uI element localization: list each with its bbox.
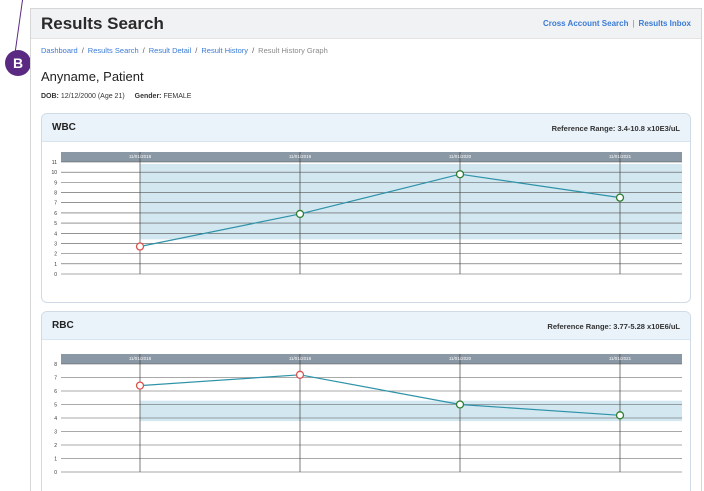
- breadcrumb-current: Result History Graph: [258, 46, 328, 55]
- breadcrumb-result-history[interactable]: Result History: [201, 46, 248, 55]
- wbc-y-tick-label: 2: [54, 252, 57, 258]
- rbc-y-tick-label: 4: [54, 416, 57, 422]
- gender-label: Gender:: [134, 93, 162, 100]
- wbc-y-tick-label: 6: [54, 211, 57, 217]
- breadcrumb-result-detail[interactable]: Result Detail: [149, 46, 192, 55]
- rbc-x-tick-label: 11/01/2019: [289, 356, 312, 361]
- wbc-data-point[interactable]: [615, 193, 625, 202]
- rbc-card-header: RBC Reference Range: 3.77-5.28 x10E6/uL: [42, 312, 690, 340]
- rbc-card-title: RBC: [52, 320, 74, 331]
- wbc-chart: 0 1 2 3 4 5 6 7 8 9 10 11 11/01/2018 11/01/2019 11/01/…: [51, 152, 682, 278]
- gender-value: FEMALE: [163, 93, 192, 100]
- wbc-chart-card: WBC Reference Range: 3.4-10.8 x10E3/uL 0…: [41, 113, 691, 303]
- wbc-y-tick-label: 5: [54, 221, 57, 227]
- wbc-y-tick-label: 7: [54, 201, 57, 207]
- dob-label: DOB:: [41, 93, 59, 100]
- wbc-y-tick-label: 10: [51, 170, 57, 176]
- rbc-abnormal-point[interactable]: [295, 370, 305, 379]
- wbc-x-tick-label: 11/01/2018: [129, 154, 152, 159]
- breadcrumb: Dashboard / Results Search / Result Detail / R…: [41, 46, 328, 55]
- wbc-card-header: WBC Reference Range: 3.4-10.8 x10E3/uL: [42, 114, 690, 142]
- rbc-y-tick-label: 2: [54, 443, 57, 449]
- rbc-y-tick-label: 8: [54, 362, 57, 368]
- rbc-y-tick-label: 0: [54, 470, 57, 476]
- results-inbox-link[interactable]: Results Inbox: [639, 19, 691, 28]
- top-links: Cross Account Search | Results Inbox: [543, 19, 691, 28]
- wbc-abnormal-point[interactable]: [135, 242, 145, 251]
- rbc-data-point[interactable]: [615, 411, 625, 420]
- rbc-y-tick-label: 3: [54, 430, 57, 436]
- rbc-date-strip: [61, 354, 682, 364]
- rbc-y-tick-label: 1: [54, 457, 57, 463]
- breadcrumb-separator: /: [195, 46, 198, 55]
- wbc-x-tick-label: 11/01/2021: [609, 154, 632, 159]
- dob-value: 12/12/2000 (Age 21): [60, 93, 125, 100]
- rbc-y-tick-label: 5: [54, 403, 57, 409]
- rbc-x-tick-label: 11/01/2020: [449, 356, 472, 361]
- rbc-data-point[interactable]: [455, 400, 465, 409]
- wbc-data-point[interactable]: [295, 209, 305, 219]
- rbc-y-tick-label: 7: [54, 376, 57, 382]
- wbc-y-tick-label: 11: [52, 160, 57, 166]
- callout-leader-line: [14, 0, 23, 52]
- rbc-reference-range: Reference Range: 3.77-5.28 x10E6/uL: [547, 322, 680, 331]
- rbc-y-tick-label: 6: [54, 389, 57, 395]
- rbc-x-tick-label: 11/01/2021: [609, 356, 632, 361]
- wbc-y-tick-label: 8: [54, 191, 57, 197]
- wbc-y-tick-label: 0: [54, 272, 57, 278]
- rbc-x-tick-label: 11/01/2018: [129, 356, 152, 361]
- rbc-chart: 0 1 2 3 4 5 6 7 8 11/01/2018 11/01/2019 11/01/2020 1…: [54, 354, 682, 476]
- callout-badge: B: [5, 50, 31, 76]
- wbc-reference-range: Reference Range: 3.4-10.8 x10E3/uL: [551, 124, 680, 133]
- wbc-x-tick-label: 11/01/2019: [289, 154, 312, 159]
- wbc-date-strip: [61, 152, 682, 162]
- wbc-reference-band: [140, 164, 682, 240]
- breadcrumb-separator: /: [252, 46, 255, 55]
- page-title: Results Search: [41, 14, 164, 33]
- link-separator: |: [632, 19, 635, 28]
- wbc-y-tick-label: 1: [54, 262, 57, 268]
- app-window: Results Search Cross Account Search | Resu…: [30, 8, 702, 491]
- wbc-y-tick-label: 9: [54, 180, 57, 186]
- rbc-chart-card: RBC Reference Range: 3.77-5.28 x10E6/uL …: [41, 311, 691, 491]
- cross-account-search-link[interactable]: Cross Account Search: [543, 19, 629, 28]
- patient-name: Anyname, Patient: [41, 69, 144, 84]
- wbc-x-tick-label: 11/01/2020: [449, 154, 472, 159]
- rbc-abnormal-point[interactable]: [135, 381, 145, 390]
- wbc-data-point[interactable]: [455, 170, 465, 179]
- breadcrumb-separator: /: [142, 46, 145, 55]
- breadcrumb-dashboard[interactable]: Dashboard: [41, 46, 78, 55]
- breadcrumb-results-search[interactable]: Results Search: [88, 46, 139, 55]
- wbc-y-tick-label: 4: [54, 231, 57, 237]
- patient-demographics: DOB: 12/12/2000 (Age 21) Gender: FEMALE: [41, 93, 191, 100]
- wbc-card-title: WBC: [52, 122, 76, 133]
- wbc-y-tick-label: 3: [54, 241, 57, 247]
- top-bar: Results Search Cross Account Search | Resu…: [31, 9, 701, 39]
- breadcrumb-separator: /: [81, 46, 84, 55]
